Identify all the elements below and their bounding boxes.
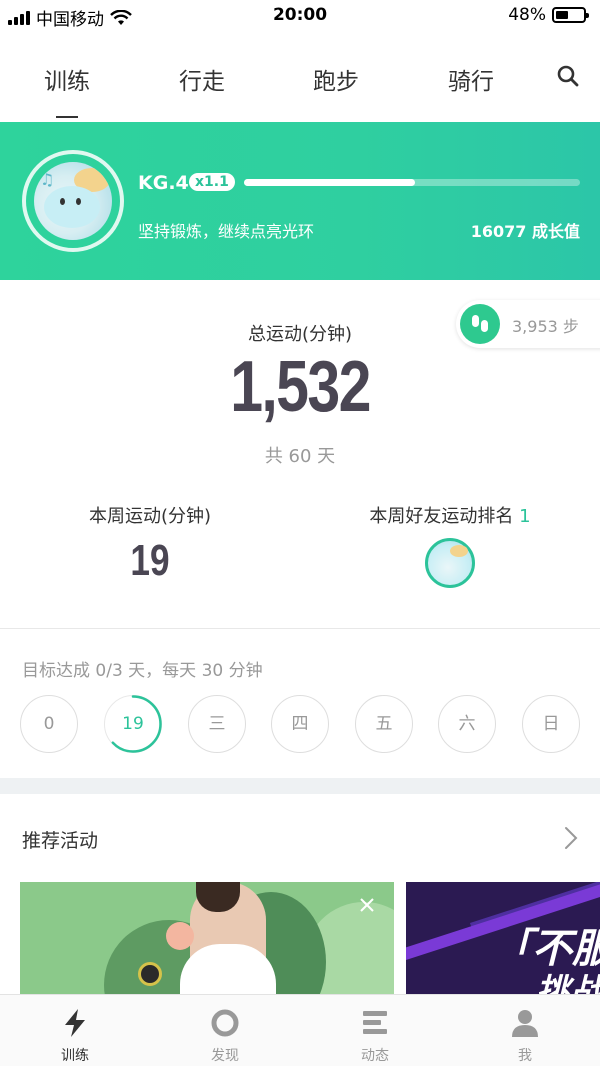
flower-icon	[166, 922, 194, 950]
day-progress-ring	[104, 695, 162, 753]
challenge-subtitle: 挑战	[536, 972, 600, 996]
day-circle[interactable]: 六	[438, 695, 496, 753]
nav-discover[interactable]: 发现	[150, 995, 300, 1066]
close-icon[interactable]	[360, 898, 374, 912]
search-icon[interactable]	[556, 64, 580, 88]
friend-rank-text: 本周好友运动排名	[369, 506, 514, 527]
nav-label: 我	[518, 1048, 532, 1064]
recommend-title: 推荐活动	[22, 830, 99, 852]
music-note-icon: ♫	[40, 170, 55, 189]
nav-training[interactable]: 训练	[0, 995, 150, 1066]
chevron-right-icon[interactable]	[564, 826, 578, 850]
tab-training[interactable]: 训练	[12, 62, 122, 96]
day-circle[interactable]: 四	[271, 695, 329, 753]
avatar-image: ♫	[34, 162, 112, 240]
day-label: 0	[43, 714, 55, 734]
total-label: 总运动(分钟)	[247, 324, 353, 345]
friend-rank-avatar[interactable]	[425, 538, 475, 588]
level-progress-fill	[244, 179, 416, 186]
avatar[interactable]: ♫	[22, 150, 124, 252]
section-gap	[0, 778, 600, 794]
activity-card[interactable]	[20, 882, 394, 996]
day-label: 六	[458, 714, 476, 734]
battery-icon	[552, 7, 589, 23]
day-label: 四	[291, 714, 309, 734]
growth-value: 16077 成长值	[470, 222, 580, 241]
tab-walking[interactable]: 行走	[147, 62, 257, 96]
nav-feed[interactable]: 动态	[300, 995, 450, 1066]
nav-label: 训练	[61, 1048, 89, 1064]
level-label: KG.4	[138, 172, 189, 194]
tab-cycling[interactable]: 骑行	[416, 62, 526, 96]
motto-text: 坚持锻炼，继续点亮光环	[138, 222, 315, 241]
top-tabs: 训练 行走 跑步 骑行	[0, 50, 600, 120]
day-circle[interactable]: 0	[20, 695, 78, 753]
day-circle[interactable]: 三	[188, 695, 246, 753]
total-days: 共 60 天	[264, 446, 336, 467]
nav-label: 发现	[211, 1048, 239, 1064]
status-bar: 中国移动 20:00 48%	[0, 0, 600, 32]
ring-icon	[211, 1009, 239, 1037]
nav-label: 动态	[361, 1048, 389, 1064]
weekly-label: 本周运动(分钟)	[88, 506, 212, 527]
dumbbell-icon	[138, 962, 162, 986]
lightning-icon	[65, 1009, 85, 1037]
day-circle[interactable]: 日	[522, 695, 580, 753]
level-banner[interactable]: ♫ KG.4 x1.1 坚持锻炼，继续点亮光环 16077 成长值	[0, 122, 600, 280]
day-label: 五	[375, 714, 393, 734]
challenge-card[interactable]: 「不服 挑战	[406, 882, 600, 996]
nav-me[interactable]: 我	[450, 995, 600, 1066]
feed-icon	[363, 1011, 387, 1034]
multiplier-badge: x1.1	[189, 173, 235, 191]
day-circle[interactable]: 五	[355, 695, 413, 753]
status-right: 48%	[508, 5, 589, 25]
level-progress-bar	[244, 179, 580, 186]
friend-rank-label[interactable]: 本周好友运动排名 1	[330, 502, 570, 528]
active-tab-indicator	[56, 116, 78, 118]
friend-rank-number: 1	[519, 506, 531, 527]
battery-percent: 48%	[508, 5, 546, 25]
person-icon	[512, 1010, 538, 1037]
day-label: 三	[208, 714, 226, 734]
bottom-nav: 训练 发现 动态 我	[0, 994, 600, 1066]
total-value: 1,532	[230, 347, 371, 427]
goal-text: 目标达成 0/3 天，每天 30 分钟	[22, 661, 263, 681]
day-label: 日	[542, 714, 560, 734]
tab-running[interactable]: 跑步	[281, 62, 391, 96]
day-circle-active[interactable]: 19	[104, 695, 162, 753]
divider	[0, 628, 600, 629]
weekly-value: 19	[130, 536, 170, 585]
